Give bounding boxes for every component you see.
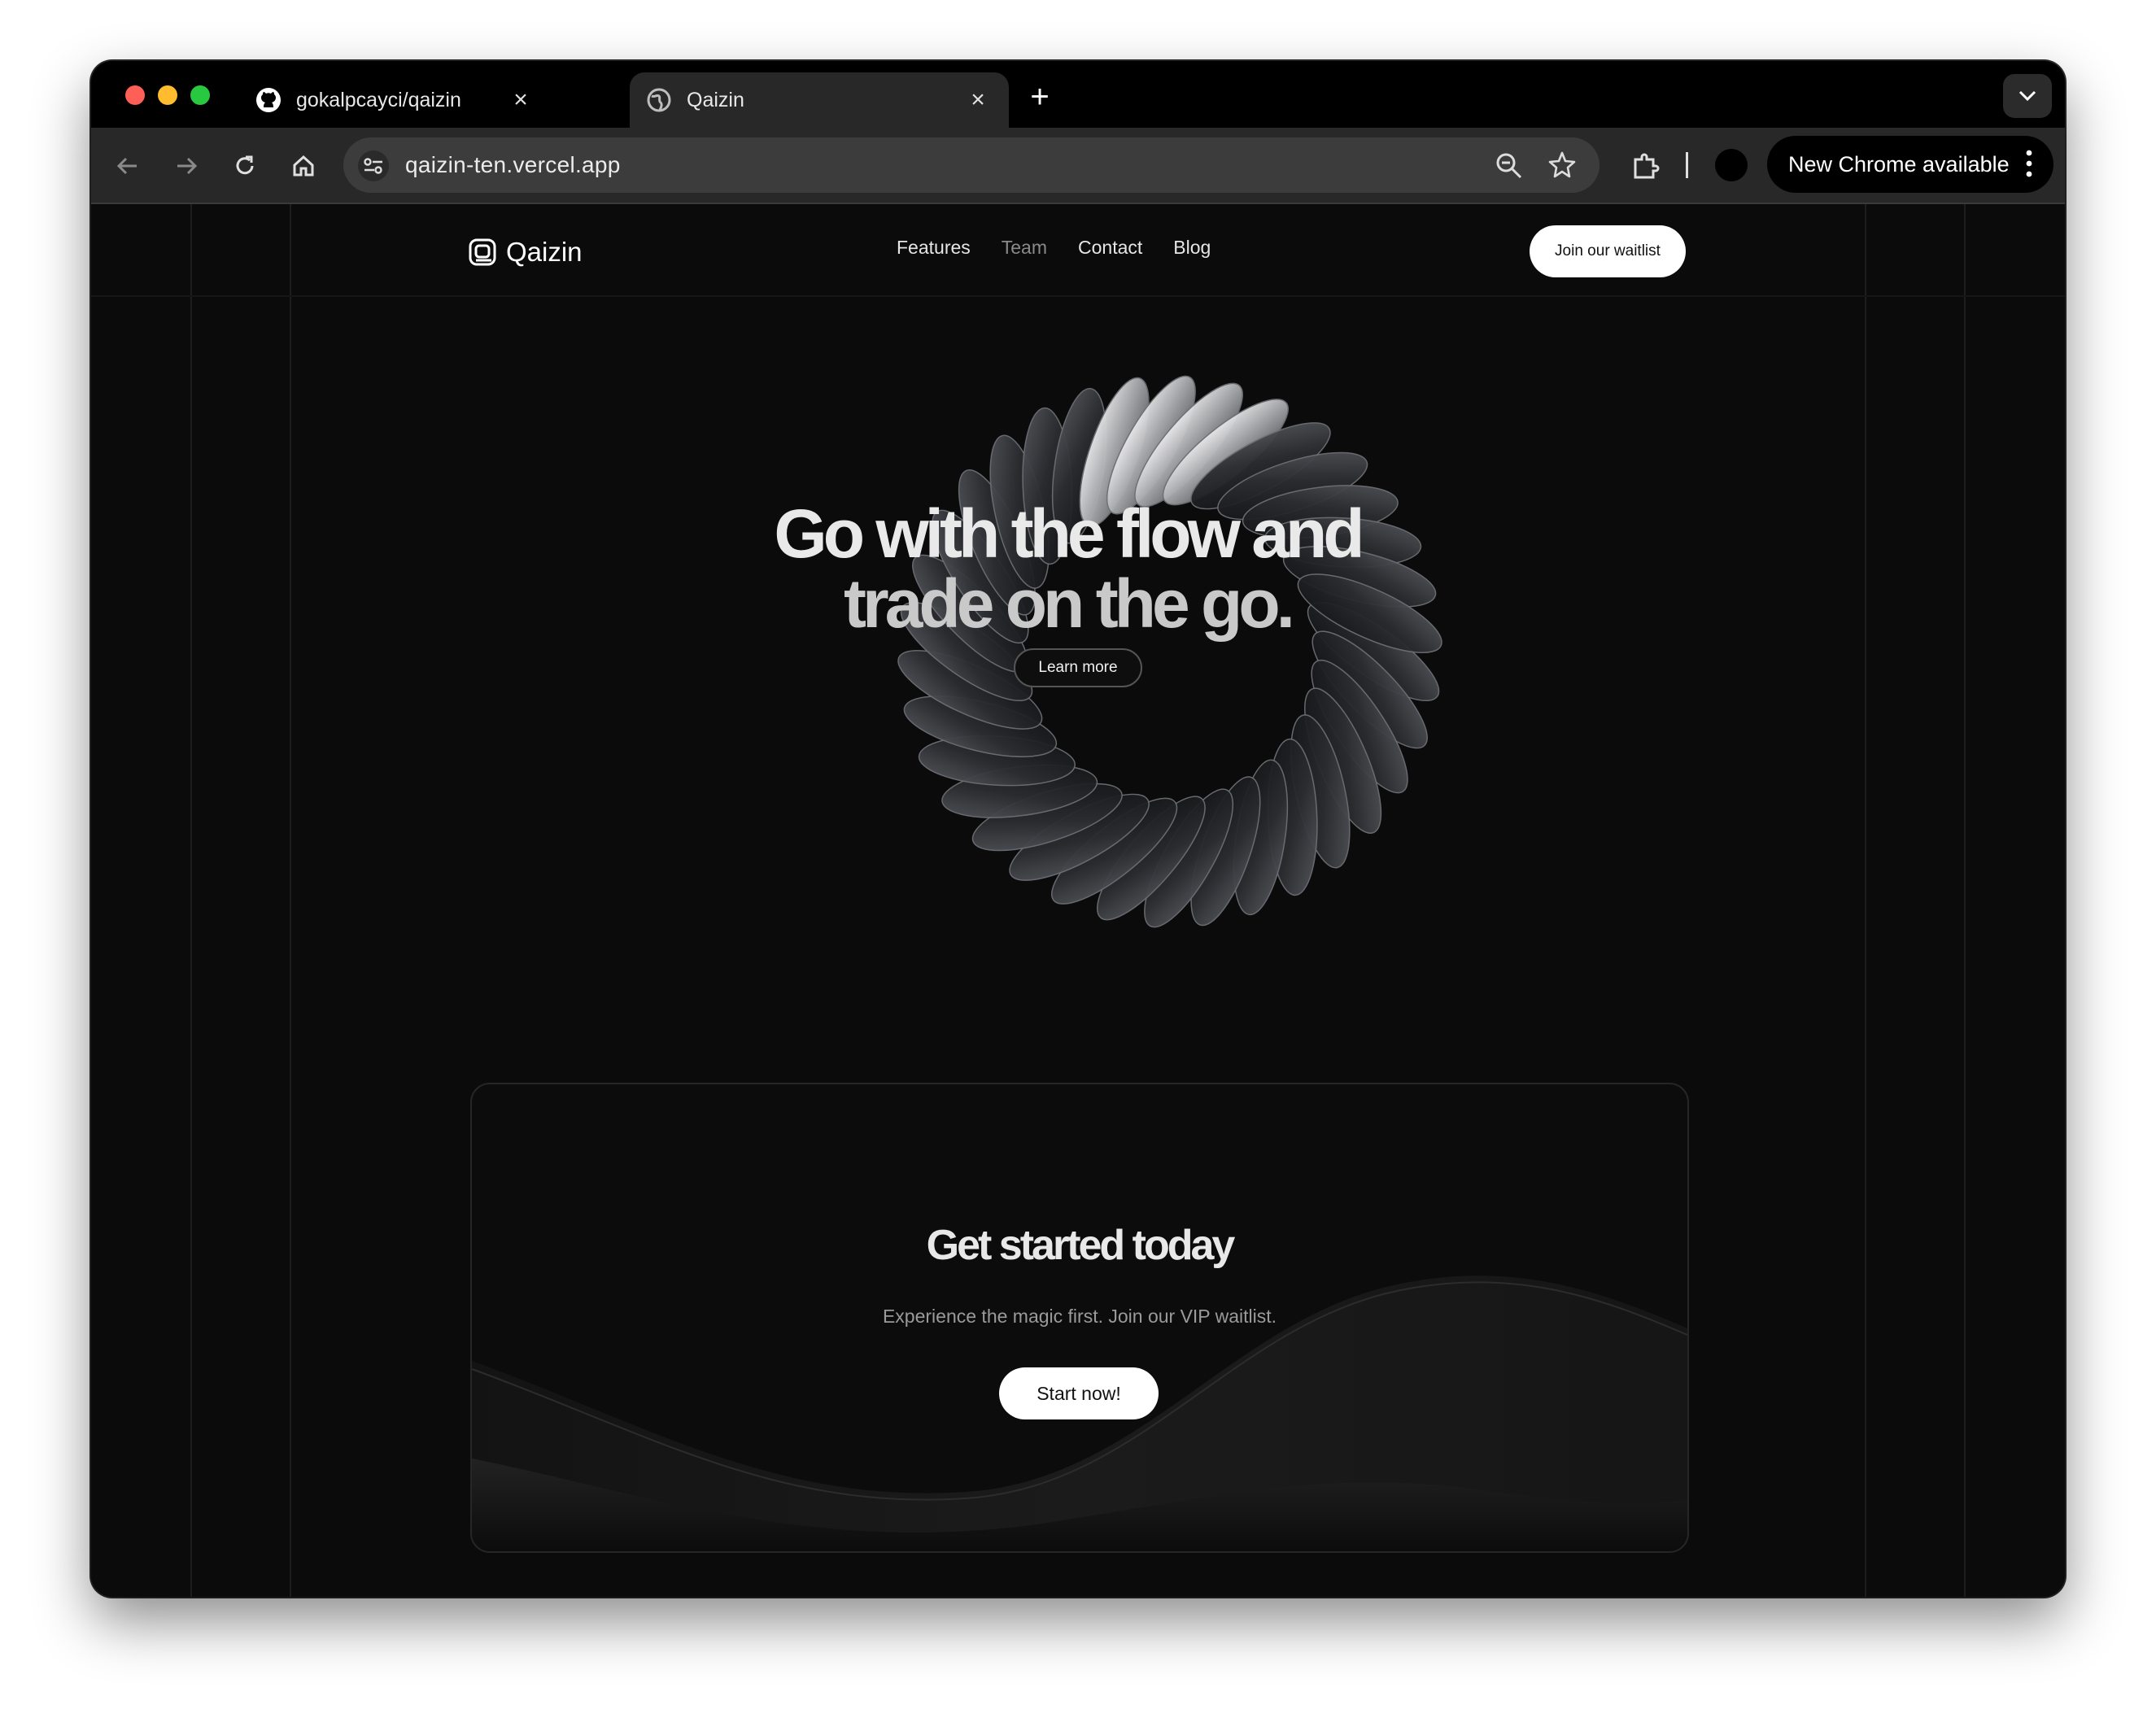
cta-subtitle: Experience the magic first. Join our VIP… <box>882 1306 1277 1327</box>
address-bar[interactable]: qaizin-ten.vercel.app <box>343 137 1600 193</box>
extensions-button[interactable] <box>1627 147 1665 185</box>
nav-item-blog[interactable]: Blog <box>1173 237 1211 259</box>
hero-headline: Go with the flow and trade on the go. <box>661 499 1474 639</box>
new-tab-button[interactable]: + <box>1023 81 1056 113</box>
toolbar-divider <box>1686 152 1688 178</box>
nav-item-team[interactable]: Team <box>1002 237 1047 259</box>
profile-avatar[interactable] <box>1715 149 1748 181</box>
reload-icon <box>236 155 254 175</box>
join-waitlist-button[interactable]: Join our waitlist <box>1530 225 1686 277</box>
forward-button[interactable] <box>168 147 205 185</box>
site-header: Qaizin Features Team Contact Blog Join o… <box>91 204 2065 297</box>
browser-window: gokalpcayci/qaizin × Qaizin × + qaizin-t… <box>91 61 2065 1597</box>
github-icon <box>255 87 282 113</box>
zoom-icon[interactable] <box>1495 152 1523 184</box>
hero-ring-graphic <box>897 375 1442 928</box>
cta-title: Get started today <box>926 1222 1236 1269</box>
reload-button[interactable] <box>226 147 264 185</box>
get-started-card: Get started today Experience the magic f… <box>470 1083 1689 1553</box>
grid-line <box>190 204 192 1597</box>
globe-icon <box>646 87 672 113</box>
arrow-right-icon <box>177 157 198 175</box>
qaizin-logo-icon <box>469 238 496 266</box>
tab-label: gokalpcayci/qaizin <box>296 88 461 111</box>
chevron-down-icon <box>2019 90 2036 102</box>
grid-line <box>1964 204 1966 1597</box>
site-logo[interactable]: Qaizin <box>469 237 583 268</box>
url-text: qaizin-ten.vercel.app <box>405 152 621 177</box>
home-icon <box>293 155 314 177</box>
home-button[interactable] <box>285 147 322 185</box>
puzzle-icon <box>1634 153 1660 179</box>
site-settings-icon[interactable] <box>358 150 389 181</box>
bookmark-star-icon[interactable] <box>1547 150 1577 184</box>
minimize-window-button[interactable] <box>158 85 177 105</box>
grid-line <box>290 204 291 1597</box>
more-vert-icon[interactable] <box>2026 149 2032 184</box>
nav-item-contact[interactable]: Contact <box>1078 237 1142 259</box>
start-now-button[interactable]: Start now! <box>999 1367 1159 1419</box>
maximize-window-button[interactable] <box>190 85 210 105</box>
browser-toolbar: qaizin-ten.vercel.app New Chrome availab… <box>91 128 2065 204</box>
close-icon[interactable]: × <box>965 87 991 113</box>
chrome-update-label: New Chrome available <box>1788 151 2010 177</box>
learn-more-button[interactable]: Learn more <box>1014 648 1142 687</box>
tab-label: Qaizin <box>687 88 744 111</box>
chrome-update-button[interactable]: New Chrome available <box>1767 136 2053 193</box>
hero-headline-line1: Go with the flow and <box>774 495 1364 572</box>
hero-headline-line2: trade on the go. <box>844 565 1295 642</box>
logo-text: Qaizin <box>506 237 583 267</box>
tab-search-button[interactable] <box>2003 74 2052 118</box>
close-icon[interactable]: × <box>508 87 534 113</box>
web-page: Qaizin Features Team Contact Blog Join o… <box>91 204 2065 1597</box>
main-nav: Features Team Contact Blog <box>897 237 1211 259</box>
arrow-left-icon <box>116 157 137 175</box>
nav-item-features[interactable]: Features <box>897 237 971 259</box>
tab-qaizin[interactable]: Qaizin × <box>630 72 1009 128</box>
tab-strip: gokalpcayci/qaizin × Qaizin × + <box>91 61 2065 128</box>
close-window-button[interactable] <box>125 85 145 105</box>
grid-line <box>1865 204 1866 1597</box>
back-button[interactable] <box>109 147 146 185</box>
